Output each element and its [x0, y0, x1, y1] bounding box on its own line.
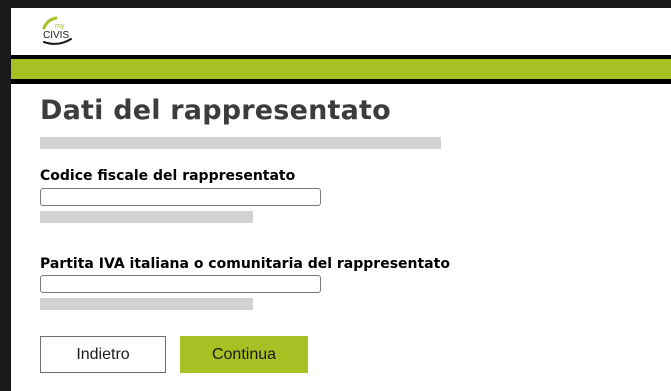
logo-text: CIVIS [43, 30, 69, 41]
vat-number-label: Partita IVA italiana o comunitaria del r… [40, 256, 450, 272]
band-divider [11, 79, 671, 84]
header: my CIVIS [11, 8, 671, 55]
vat-number-input[interactable] [40, 275, 321, 293]
placeholder-bar [40, 298, 253, 310]
placeholder-bar [40, 211, 253, 223]
logo-small-text: my [55, 23, 65, 30]
fiscal-code-label: Codice fiscale del rappresentato [40, 168, 296, 184]
page-title: Dati del rappresentato [40, 95, 391, 126]
placeholder-bar [40, 137, 441, 149]
page-frame: my CIVIS Dati del rappresentato Codice f… [11, 8, 671, 391]
continue-button[interactable]: Continua [180, 336, 308, 373]
back-button[interactable]: Indietro [40, 336, 166, 373]
brand-band [11, 59, 671, 79]
fiscal-code-input[interactable] [40, 188, 321, 206]
mycivis-logo[interactable]: my CIVIS [40, 16, 80, 48]
